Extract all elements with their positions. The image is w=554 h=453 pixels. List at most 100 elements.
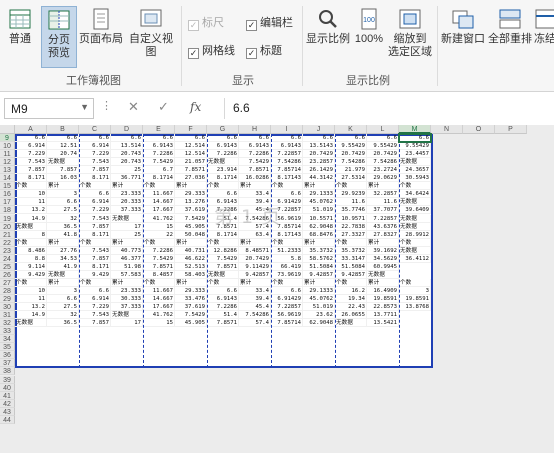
cell-i23[interactable]: 51.2333: [271, 246, 303, 255]
cell-b11[interactable]: 20.74: [47, 150, 79, 159]
cell-e26[interactable]: 8.4857: [143, 270, 175, 279]
cell-a23[interactable]: 8.486: [15, 246, 47, 255]
cell-j29[interactable]: 45.0762: [303, 295, 335, 304]
cell-g24[interactable]: 7.5429: [207, 254, 239, 263]
cell-c15[interactable]: 个数: [79, 182, 111, 191]
cell-j12[interactable]: 23.2857: [303, 158, 335, 167]
cell-b32[interactable]: 36.5: [47, 319, 79, 328]
cell-j14[interactable]: 44.3142: [303, 174, 335, 183]
cell-e23[interactable]: 7.2286: [143, 246, 175, 255]
cell-m11[interactable]: 23.4457: [399, 150, 431, 159]
arrange-all-button[interactable]: 全部重排: [487, 6, 533, 68]
cell-c24[interactable]: 7.857: [79, 254, 111, 263]
cell-h14[interactable]: 16.0286: [239, 174, 271, 183]
cell-k31[interactable]: 26.0655: [335, 311, 367, 320]
row-header-14[interactable]: 14: [0, 174, 15, 183]
cell-d15[interactable]: 累计: [111, 182, 143, 191]
cell-l17[interactable]: 11.6: [367, 198, 399, 207]
cell-a19[interactable]: 14.9: [15, 214, 47, 223]
cell-f11[interactable]: 12.514: [175, 150, 207, 159]
cell-i30[interactable]: 7.22857: [271, 303, 303, 312]
cell-m13[interactable]: 24.3657: [399, 166, 431, 175]
cell-d28[interactable]: 23.333: [111, 286, 143, 295]
cell-g10[interactable]: 6.9143: [207, 142, 239, 151]
cell-b18[interactable]: 27.5: [47, 206, 79, 215]
cell-c16[interactable]: 6.6: [79, 190, 111, 199]
row-header-13[interactable]: 13: [0, 166, 15, 175]
cell-a14[interactable]: 8.171: [15, 174, 47, 183]
row-header-26[interactable]: 26: [0, 270, 15, 279]
cell-e16[interactable]: 11.667: [143, 190, 175, 199]
cell-c11[interactable]: 7.229: [79, 150, 111, 159]
row-header-33[interactable]: 33: [0, 327, 15, 336]
cell-g19[interactable]: 51.4: [207, 214, 239, 223]
freeze-panes-button[interactable]: 冻结: [534, 6, 554, 68]
cell-c20[interactable]: 7.857: [79, 222, 111, 231]
cell-d25[interactable]: 51.98: [111, 262, 143, 271]
cell-c17[interactable]: 6.914: [79, 198, 111, 207]
insert-function-icon[interactable]: fx: [190, 100, 201, 114]
cell-f12[interactable]: 21.057: [175, 158, 207, 167]
cell-g23[interactable]: 12.8286: [207, 246, 239, 255]
cell-l20[interactable]: 43.6376: [367, 222, 399, 231]
cell-m27[interactable]: 个数: [399, 278, 431, 287]
enter-icon[interactable]: ✓: [158, 99, 169, 115]
cell-i27[interactable]: 个数: [271, 278, 303, 287]
cell-d19[interactable]: 无数据: [111, 214, 143, 223]
column-header-b[interactable]: B: [47, 125, 79, 134]
cell-i10[interactable]: 6.9143: [271, 142, 303, 151]
cell-d24[interactable]: 46.377: [111, 254, 143, 263]
page-break-line[interactable]: [207, 134, 208, 368]
cell-i31[interactable]: 56.9619: [271, 311, 303, 320]
cell-h15[interactable]: 累计: [239, 182, 271, 191]
cell-f10[interactable]: 12.514: [175, 142, 207, 151]
cell-l19[interactable]: 7.22857: [367, 214, 399, 223]
cell-j13[interactable]: 26.1429: [303, 166, 335, 175]
cell-a26[interactable]: 9.429: [15, 270, 47, 279]
row-header-11[interactable]: 11: [0, 150, 15, 159]
cell-k16[interactable]: 29.9239: [335, 190, 367, 199]
row-header-32[interactable]: 32: [0, 319, 15, 328]
cell-d13[interactable]: 25: [111, 166, 143, 175]
cell-k9[interactable]: 6.6: [335, 134, 367, 143]
cell-i32[interactable]: 7.85714: [271, 319, 303, 328]
row-header-18[interactable]: 18: [0, 206, 15, 215]
cell-e32[interactable]: 15: [143, 319, 175, 328]
row-header-29[interactable]: 29: [0, 295, 15, 304]
cell-d31[interactable]: 无数据: [111, 311, 143, 320]
cell-b26[interactable]: 无数据: [47, 270, 79, 279]
cell-k25[interactable]: 51.5084: [335, 262, 367, 271]
cell-m29[interactable]: 19.8591: [399, 295, 431, 304]
cell-h17[interactable]: 39.4: [239, 198, 271, 207]
cell-a22[interactable]: 个数: [15, 238, 47, 247]
column-header-f[interactable]: F: [175, 125, 207, 134]
cell-e18[interactable]: 17.667: [143, 206, 175, 215]
cell-i17[interactable]: 6.91429: [271, 198, 303, 207]
cell-a25[interactable]: 9.114: [15, 262, 47, 271]
cell-c10[interactable]: 6.914: [79, 142, 111, 151]
cell-i11[interactable]: 7.22857: [271, 150, 303, 159]
cell-j32[interactable]: 62.9048: [303, 319, 335, 328]
select-all-corner[interactable]: [0, 125, 15, 134]
cell-l27[interactable]: 累计: [367, 278, 399, 287]
zoom-to-selection-button[interactable]: 缩放到 选定区域: [387, 6, 433, 68]
cell-m16[interactable]: 34.6424: [399, 190, 431, 199]
cell-b17[interactable]: 6.6: [47, 198, 79, 207]
cell-f30[interactable]: 37.619: [175, 303, 207, 312]
column-header-d[interactable]: D: [111, 125, 143, 134]
cell-f32[interactable]: 45.905: [175, 319, 207, 328]
cell-j27[interactable]: 累计: [303, 278, 335, 287]
column-header-o[interactable]: O: [463, 125, 495, 134]
cell-l30[interactable]: 22.8573: [367, 303, 399, 312]
cell-d10[interactable]: 13.514: [111, 142, 143, 151]
cell-j17[interactable]: 45.0762: [303, 198, 335, 207]
cell-g18[interactable]: 7.2286: [207, 206, 239, 215]
page-break-preview-button[interactable]: 分页 预览: [41, 6, 77, 68]
cell-f27[interactable]: 累计: [175, 278, 207, 287]
cell-e31[interactable]: 41.762: [143, 311, 175, 320]
row-header-10[interactable]: 10: [0, 142, 15, 151]
column-header-g[interactable]: G: [207, 125, 239, 134]
cell-i24[interactable]: 5.8: [271, 254, 303, 263]
cell-f31[interactable]: 7.5429: [175, 311, 207, 320]
cell-d21[interactable]: 25: [111, 230, 143, 239]
